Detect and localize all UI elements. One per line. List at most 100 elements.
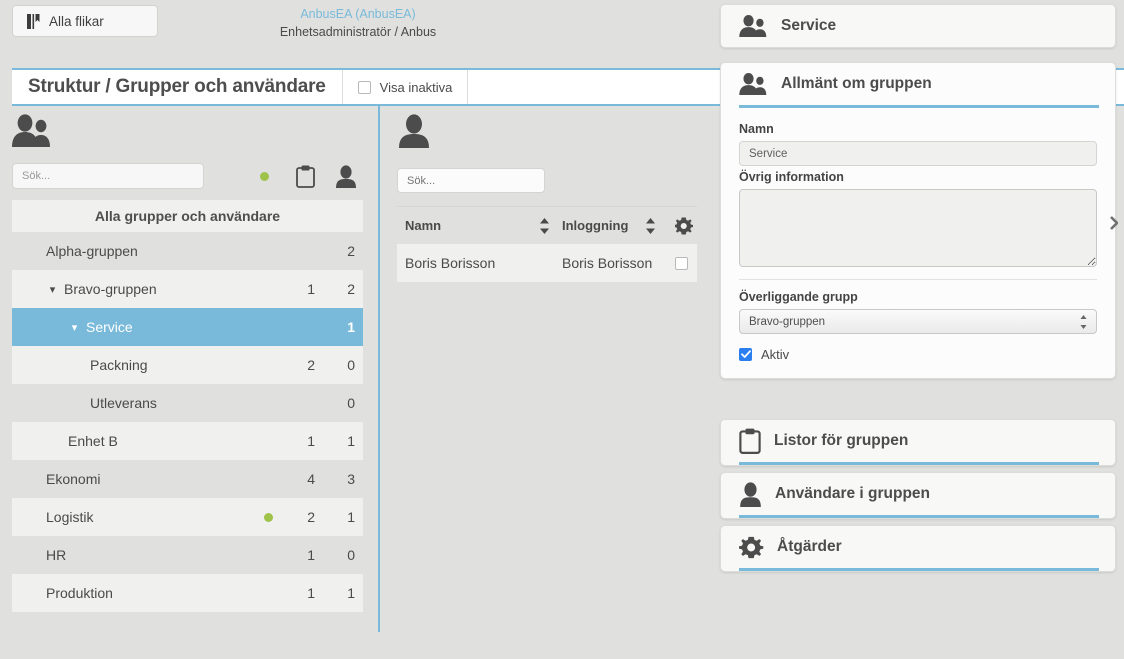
sort-inloggning-icon[interactable] <box>645 217 656 234</box>
actions-section-label: Åtgärder <box>777 538 842 555</box>
status-dot-icon <box>264 512 273 522</box>
general-section-label: Allmänt om gruppen <box>781 75 932 92</box>
tree-row-count-groups: 1 <box>307 433 315 449</box>
tree-row-count-users: 2 <box>347 281 355 297</box>
column-header-inloggning[interactable]: Inloggning <box>562 218 628 233</box>
group-title-card-header[interactable]: Service <box>721 5 1115 47</box>
tree-row-label: Service <box>86 319 133 335</box>
tree-row[interactable]: Utleverans 0 <box>12 384 363 422</box>
gear-icon <box>739 535 764 560</box>
tree-row[interactable]: Logistik 2 1 <box>12 498 363 536</box>
topbar: Alla flikar AnbusEA (AnbusEA) Enhetsadmi… <box>0 0 716 62</box>
tree-row-label: HR <box>46 547 67 563</box>
lists-section-rule <box>739 462 1099 465</box>
groups-search-input[interactable] <box>12 163 204 189</box>
parent-group-value: Bravo-gruppen <box>749 315 826 328</box>
tree-row-count-users: 2 <box>347 243 355 259</box>
clipboard-icon[interactable] <box>296 165 315 188</box>
tree-row-count-users: 1 <box>347 319 355 335</box>
info-field-label: Övrig information <box>739 170 844 184</box>
two-people-icon <box>739 15 768 37</box>
person-icon <box>739 481 762 507</box>
tree-row-label: Logistik <box>46 509 94 525</box>
account-info: AnbusEA (AnbusEA) Enhetsadministratör / … <box>0 5 716 41</box>
tree-row-label: Ekonomi <box>46 471 101 487</box>
users-section-label: Användare i gruppen <box>775 485 931 502</box>
page-title: Struktur / Grupper och användare <box>12 70 343 104</box>
status-dot-icon <box>260 172 269 181</box>
lists-section-label: Listor för gruppen <box>774 432 909 449</box>
groups-tree: Alla grupper och användare Alpha-gruppen… <box>12 200 363 612</box>
clipboard-icon <box>739 428 761 454</box>
users-table: Namn Inloggning Boris Borisson Boris Bor… <box>397 206 697 282</box>
name-field-label: Namn <box>739 122 774 136</box>
tree-row-count-groups: 4 <box>307 471 315 487</box>
users-section-header[interactable]: Användare i gruppen <box>721 473 1115 515</box>
sort-namn-icon[interactable] <box>539 217 550 234</box>
gear-icon[interactable] <box>675 217 693 235</box>
column-header-namn[interactable]: Namn <box>405 218 441 233</box>
tree-row-count-users: 3 <box>347 471 355 487</box>
tree-row-count-users: 1 <box>347 509 355 525</box>
active-checkbox[interactable] <box>739 348 752 361</box>
users-search-input[interactable] <box>397 168 545 193</box>
tree-row-label: Alpha-gruppen <box>46 243 138 259</box>
group-title-label: Service <box>781 17 837 34</box>
info-field[interactable] <box>739 189 1097 267</box>
groups-tree-panel: Alla grupper och användare Alpha-gruppen… <box>0 106 379 659</box>
tree-row-count-users: 0 <box>347 395 355 411</box>
users-table-header: Namn Inloggning <box>397 206 697 244</box>
tree-row-count-groups: 1 <box>307 547 315 563</box>
person-icon[interactable] <box>336 165 356 188</box>
tree-row-count-users: 0 <box>347 547 355 563</box>
account-name[interactable]: AnbusEA (AnbusEA) <box>0 5 716 23</box>
active-label: Aktiv <box>761 347 790 362</box>
general-section-body: Namn Övrig information Överliggande grup… <box>721 108 1115 378</box>
chevron-right-icon[interactable] <box>1110 216 1118 230</box>
table-row[interactable]: Boris Borisson Boris Borisson <box>397 244 697 282</box>
tree-row-label: Enhet B <box>68 433 118 449</box>
tree-row-count-groups: 2 <box>307 357 315 373</box>
tree-row-count-users: 1 <box>347 433 355 449</box>
group-title-card[interactable]: Service <box>720 4 1116 48</box>
tree-row[interactable]: Enhet B 1 1 <box>12 422 363 460</box>
chevron-down-icon[interactable]: ▾ <box>68 321 81 334</box>
tree-row[interactable]: ▾ Service 1 <box>12 308 363 346</box>
parent-group-select[interactable]: Bravo-gruppen <box>739 309 1097 334</box>
actions-section-rule <box>739 568 1099 571</box>
users-section-card[interactable]: Användare i gruppen <box>720 472 1116 519</box>
row-checkbox[interactable] <box>675 256 688 270</box>
tree-row[interactable]: Produktion 1 1 <box>12 574 363 612</box>
tree-row[interactable]: Ekonomi 4 3 <box>12 460 363 498</box>
lists-section-header[interactable]: Listor för gruppen <box>721 420 1115 462</box>
chevron-down-icon[interactable]: ▾ <box>46 283 59 296</box>
tree-row-count-groups: 1 <box>307 281 315 297</box>
tree-row-label: Utleverans <box>90 395 157 411</box>
show-inactive-checkbox[interactable] <box>357 80 371 94</box>
show-inactive-toggle[interactable]: Visa inaktiva <box>343 70 469 104</box>
chevron-updown-icon <box>1080 314 1087 330</box>
two-people-icon <box>12 114 52 147</box>
account-role: Enhetsadministratör / Anbus <box>279 25 437 39</box>
tree-header[interactable]: Alla grupper och användare <box>12 200 363 232</box>
two-people-icon <box>739 73 768 95</box>
general-section-header[interactable]: Allmänt om gruppen <box>721 63 1115 105</box>
tree-row-label: Produktion <box>46 585 113 601</box>
actions-section-card[interactable]: Åtgärder <box>720 525 1116 572</box>
tree-row[interactable]: ▾ Bravo-gruppen 1 2 <box>12 270 363 308</box>
general-section-card: Allmänt om gruppen Namn Övrig informatio… <box>720 62 1116 379</box>
active-toggle[interactable]: Aktiv <box>739 347 1097 362</box>
cell-namn: Boris Borisson <box>405 255 496 271</box>
users-panel: Namn Inloggning <box>380 106 716 659</box>
actions-section-header[interactable]: Åtgärder <box>721 526 1115 568</box>
users-section-rule <box>739 515 1099 518</box>
tree-row[interactable]: Packning 2 0 <box>12 346 363 384</box>
name-field[interactable] <box>739 141 1097 166</box>
cell-inloggning: Boris Borisson <box>562 255 653 271</box>
parent-group-label: Överliggande grupp <box>739 290 858 304</box>
lists-section-card[interactable]: Listor för gruppen <box>720 419 1116 466</box>
groups-toolbar <box>250 162 370 190</box>
tree-row[interactable]: Alpha-gruppen 2 <box>12 232 363 270</box>
tree-row[interactable]: HR 1 0 <box>12 536 363 574</box>
tree-row-count-groups: 1 <box>307 585 315 601</box>
